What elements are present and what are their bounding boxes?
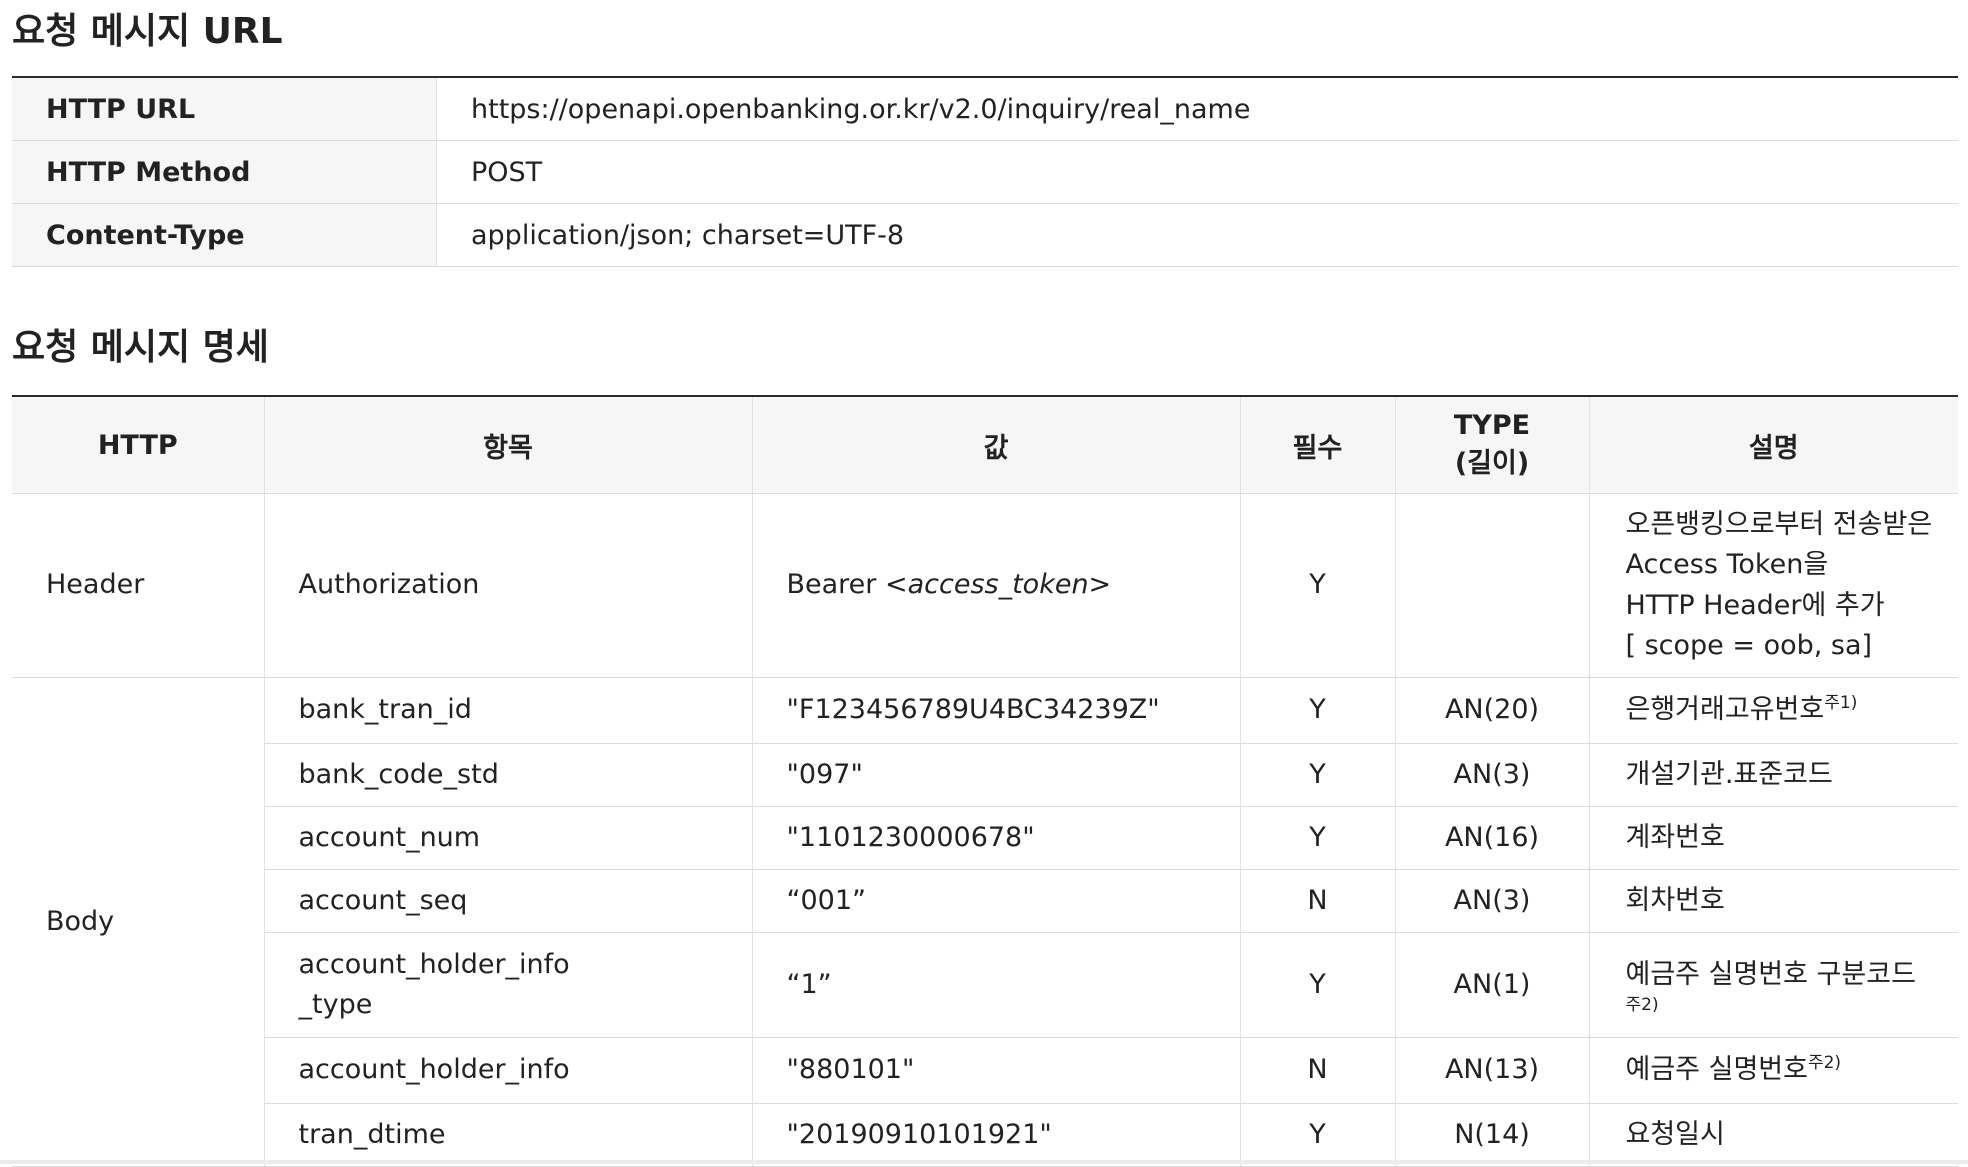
table-header-row: HTTP 항목 값 필수 TYPE (길이) 설명 (12, 396, 1958, 494)
item-line: _type (298, 989, 373, 1020)
description-text: 예금주 실명번호 (1625, 1054, 1808, 1086)
table-row: Body bank_tran_id "F123456789U4BC34239Z"… (12, 677, 1958, 1167)
request-spec-table: HTTP 항목 값 필수 TYPE (길이) 설명 Header Authori… (12, 395, 1958, 1167)
required-cell: Y (1239, 1103, 1395, 1167)
item-cell: account_holder_info _type (263, 932, 752, 1038)
header-required: 필수 (1239, 396, 1395, 494)
description-cell: 예금주 실명번호 구분코드 주2) (1588, 932, 1958, 1038)
table-row: account_holder_info _type “1” Y AN(1) 예금… (12, 932, 1958, 1038)
description-cell: 예금주 실명번호주2) (1588, 1037, 1958, 1104)
required-cell: Y (1239, 493, 1395, 678)
value-prefix: Bearer (786, 569, 885, 601)
content-type-value: application/json; charset=UTF-8 (436, 203, 1958, 267)
table-row: account_holder_info "880101" N AN(13) 예금… (12, 1037, 1958, 1104)
url-key: HTTP URL (12, 77, 437, 141)
footnote-marker: 주2) (1807, 1053, 1842, 1074)
type-cell: N(14) (1394, 1103, 1589, 1167)
table-row: account_num "1101230000678" Y AN(16) 계좌번… (12, 806, 1958, 870)
footnote-marker: 주2) (1625, 995, 1659, 1016)
table-row: Content-Type application/json; charset=U… (12, 203, 1958, 267)
type-cell: AN(1) (1394, 932, 1589, 1038)
table-row: bank_code_std "097" Y AN(3) 개설기관.표준코드 (12, 743, 1958, 807)
type-cell: AN(16) (1394, 806, 1589, 870)
item-cell: Authorization (263, 493, 752, 678)
description-cell: 회차번호 (1588, 869, 1958, 933)
type-cell (1394, 493, 1589, 678)
item-cell: tran_dtime (263, 1103, 752, 1167)
header-value: 값 (751, 396, 1240, 494)
method-key: HTTP Method (12, 140, 437, 204)
method-value: POST (436, 140, 1958, 204)
table-row: HTTP Method POST (12, 140, 1958, 204)
header-type: TYPE (길이) (1394, 396, 1589, 494)
table-row: Header Authorization Bearer <access_toke… (12, 493, 1958, 678)
required-cell: Y (1239, 932, 1395, 1038)
section-title-request-spec: 요청 메시지 명세 (12, 327, 269, 368)
value-cell: “1” (751, 932, 1240, 1038)
required-cell: Y (1239, 677, 1395, 744)
type-cell: AN(13) (1394, 1037, 1589, 1104)
type-cell: AN(3) (1394, 743, 1589, 807)
description-line: HTTP Header에 추가 (1625, 589, 1885, 621)
section-title-request-url: 요청 메시지 URL (12, 11, 283, 52)
required-cell: N (1239, 869, 1395, 933)
group-header: Header (12, 493, 264, 678)
table-row: account_seq “001” N AN(3) 회차번호 (12, 869, 1958, 933)
description-text: 예금주 실명번호 구분코드 (1625, 958, 1916, 990)
page: 요청 메시지 URL HTTP URL https://openapi.open… (0, 0, 1968, 1167)
required-cell: N (1239, 1037, 1395, 1104)
request-url-table: HTTP URL https://openapi.openbanking.or.… (12, 76, 1958, 267)
value-cell: "880101" (751, 1037, 1240, 1104)
item-cell: account_seq (263, 869, 752, 933)
required-cell: Y (1239, 806, 1395, 870)
footnote-marker: 주1) (1824, 693, 1858, 714)
url-value: https://openapi.openbanking.or.kr/v2.0/i… (436, 77, 1958, 141)
header-item: 항목 (263, 396, 752, 494)
value-cell: Bearer <access_token> (751, 493, 1240, 678)
description-line: [ scope = oob, sa] (1625, 630, 1873, 661)
value-cell: “001” (751, 869, 1240, 933)
value-cell: "1101230000678" (751, 806, 1240, 870)
description-cell: 계좌번호 (1588, 806, 1958, 870)
value-cell: "F123456789U4BC34239Z" (751, 677, 1240, 744)
header-type-line1: TYPE (1453, 410, 1531, 441)
type-cell: AN(20) (1394, 677, 1589, 744)
bottom-divider (0, 1160, 1968, 1164)
header-description: 설명 (1588, 396, 1958, 494)
header-http: HTTP (12, 396, 264, 494)
header-type-line2: (길이) (1454, 448, 1530, 479)
item-cell: account_holder_info (263, 1037, 752, 1104)
type-cell: AN(3) (1394, 869, 1589, 933)
description-cell: 요청일시 (1588, 1103, 1958, 1167)
content-type-key: Content-Type (12, 203, 437, 267)
item-cell: bank_code_std (263, 743, 752, 807)
value-placeholder: <access_token> (884, 569, 1112, 601)
description-line: 오픈뱅킹으로부터 전송받은 (1625, 508, 1933, 540)
value-cell: "20190910101921" (751, 1103, 1240, 1167)
description-cell: 개설기관.표준코드 (1588, 743, 1958, 807)
description-cell: 은행거래고유번호주1) (1588, 677, 1958, 744)
table-row: tran_dtime "20190910101921" Y N(14) 요청일시 (12, 1103, 1958, 1167)
item-cell: account_num (263, 806, 752, 870)
item-cell: bank_tran_id (263, 677, 752, 744)
description-cell: 오픈뱅킹으로부터 전송받은 Access Token을 HTTP Header에… (1588, 493, 1958, 678)
group-body: Body (12, 677, 264, 1167)
required-cell: Y (1239, 743, 1395, 807)
description-line: Access Token을 (1625, 549, 1829, 580)
description-text: 은행거래고유번호 (1625, 694, 1825, 726)
item-line: account_holder_info (298, 948, 570, 980)
table-row: HTTP URL https://openapi.openbanking.or.… (12, 77, 1958, 141)
value-cell: "097" (751, 743, 1240, 807)
